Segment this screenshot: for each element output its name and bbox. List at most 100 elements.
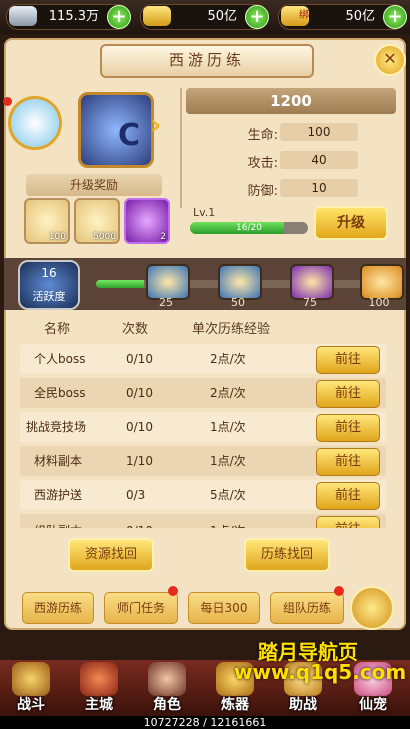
level-label: Lv.1: [193, 206, 216, 219]
nav-label: 仙宠: [359, 697, 387, 713]
row-name: 全民boss: [34, 386, 86, 400]
activity-value: 16: [41, 266, 57, 280]
nav-label: 战斗: [17, 697, 45, 713]
chest-threshold: 100: [368, 296, 390, 309]
row-name: 西游护送: [34, 488, 83, 502]
bound-gold-currency: 绑 50亿 +: [278, 4, 407, 30]
go-button[interactable]: 前往: [316, 346, 380, 374]
row-count: 1/10: [126, 454, 153, 468]
table-row: 组队副本 0/10 1点/次 前往: [20, 514, 386, 528]
activity-progress-fill: [96, 280, 144, 288]
chest-threshold: 25: [159, 296, 173, 309]
go-button[interactable]: 前往: [316, 482, 380, 510]
activity-chest-50[interactable]: [218, 264, 262, 300]
row-name: 挑战竞技场: [26, 420, 87, 434]
more-menu-icon[interactable]: [350, 586, 394, 630]
go-button[interactable]: 前往: [316, 516, 380, 528]
table-row: 个人boss 0/10 2点/次 前往: [20, 344, 386, 374]
go-button[interactable]: 前往: [316, 448, 380, 476]
tab-journey[interactable]: 西游历练: [22, 592, 94, 624]
resource-find-button[interactable]: 资源找回: [68, 538, 154, 572]
notification-dot: [168, 586, 178, 596]
row-exp: 1点/次: [210, 454, 246, 468]
gold-amount: 50亿: [207, 9, 237, 24]
table-row: 挑战竞技场 0/10 1点/次 前往: [20, 412, 386, 442]
hp-label: 生命:: [247, 128, 278, 143]
row-exp: 2点/次: [210, 386, 246, 400]
chest-threshold: 50: [231, 296, 245, 309]
go-button[interactable]: 前往: [316, 380, 380, 408]
header-exp: 单次历练经验: [192, 322, 271, 337]
nav-character[interactable]: 角色: [138, 660, 196, 716]
reward-gold-ingot[interactable]: 100: [24, 198, 70, 244]
reward-count: 2: [160, 232, 166, 242]
activity-label: 活跃度: [32, 290, 66, 303]
row-count: 0/10: [126, 352, 153, 366]
upgrade-button[interactable]: 升级: [314, 206, 388, 240]
silver-currency: 115.3万 +: [6, 4, 131, 30]
def-value: 10: [280, 179, 358, 197]
add-silver-button[interactable]: +: [107, 5, 131, 29]
activity-chest-75[interactable]: [290, 264, 334, 300]
row-exp: 5点/次: [210, 488, 246, 502]
avatar[interactable]: [3, 96, 62, 150]
silver-ingot-icon: [9, 6, 37, 26]
row-count: 0/10: [126, 516, 153, 528]
exp-find-button[interactable]: 历练找回: [244, 538, 330, 572]
reward-money-bag[interactable]: 5000: [74, 198, 120, 244]
nav-label: 助战: [289, 697, 317, 713]
table-row: 全民boss 0/10 2点/次 前往: [20, 378, 386, 408]
nav-battle[interactable]: 战斗: [2, 660, 60, 716]
nav-label: 主城: [85, 697, 113, 713]
rank-letter: C: [118, 118, 141, 153]
atk-label: 攻击:: [247, 156, 278, 171]
bound-tag: 绑: [299, 10, 309, 21]
bound-gold-amount: 50亿: [345, 9, 375, 24]
close-button[interactable]: ✕: [374, 44, 406, 76]
row-exp: 2点/次: [210, 352, 246, 366]
next-rank-arrow-icon[interactable]: ›: [150, 108, 174, 141]
row-name: 材料副本: [34, 454, 83, 468]
watermark-url: www.q1q5.com: [234, 660, 407, 684]
hp-value: 100: [280, 123, 358, 141]
row-name: 个人boss: [34, 352, 86, 366]
row-exp: 1点/次: [210, 420, 246, 434]
tab-sect-tasks[interactable]: 师门任务: [104, 592, 178, 624]
nav-label: 角色: [153, 697, 181, 713]
row-count: 0/3: [126, 488, 146, 502]
bound-gold-icon: 绑: [281, 6, 309, 26]
row-count: 0/10: [126, 420, 153, 434]
header-count: 次数: [122, 322, 149, 337]
row-name: 组队副本: [34, 516, 82, 528]
swords-icon: [12, 662, 50, 696]
gold-currency: 50亿 +: [140, 4, 269, 30]
row-exp: 1点/次: [210, 516, 246, 528]
row-count: 0/10: [126, 386, 153, 400]
footer-stats: 10727228 / 12161661: [0, 716, 410, 729]
tab-daily-300[interactable]: 每日300: [188, 592, 260, 624]
tab-team-journey[interactable]: 组队历练: [270, 592, 344, 624]
panel-title: 西游历练: [100, 44, 314, 78]
reward-scroll[interactable]: 2: [124, 198, 170, 244]
chest-threshold: 75: [303, 296, 317, 309]
atk-value: 40: [280, 151, 358, 169]
notification-dot: [334, 586, 344, 596]
nav-label: 炼器: [221, 697, 249, 713]
character-portrait-icon: [148, 662, 186, 696]
add-bound-gold-button[interactable]: +: [383, 5, 407, 29]
table-row: 西游护送 0/3 5点/次 前往: [20, 480, 386, 510]
power-value: 1200: [186, 88, 396, 114]
reward-count: 5000: [93, 232, 116, 242]
reward-title: 升级奖励: [26, 174, 162, 196]
go-button[interactable]: 前往: [316, 414, 380, 442]
palace-icon: [80, 662, 118, 696]
activity-chest-25[interactable]: [146, 264, 190, 300]
activity-shield-icon: 16 活跃度: [18, 260, 80, 310]
def-label: 防御:: [247, 184, 278, 199]
reward-count: 100: [48, 232, 66, 242]
nav-city[interactable]: 主城: [70, 660, 128, 716]
add-gold-button[interactable]: +: [245, 5, 269, 29]
gold-ingot-icon: [143, 6, 171, 26]
notification-dot: [3, 97, 12, 106]
activity-chest-100[interactable]: [360, 264, 404, 300]
